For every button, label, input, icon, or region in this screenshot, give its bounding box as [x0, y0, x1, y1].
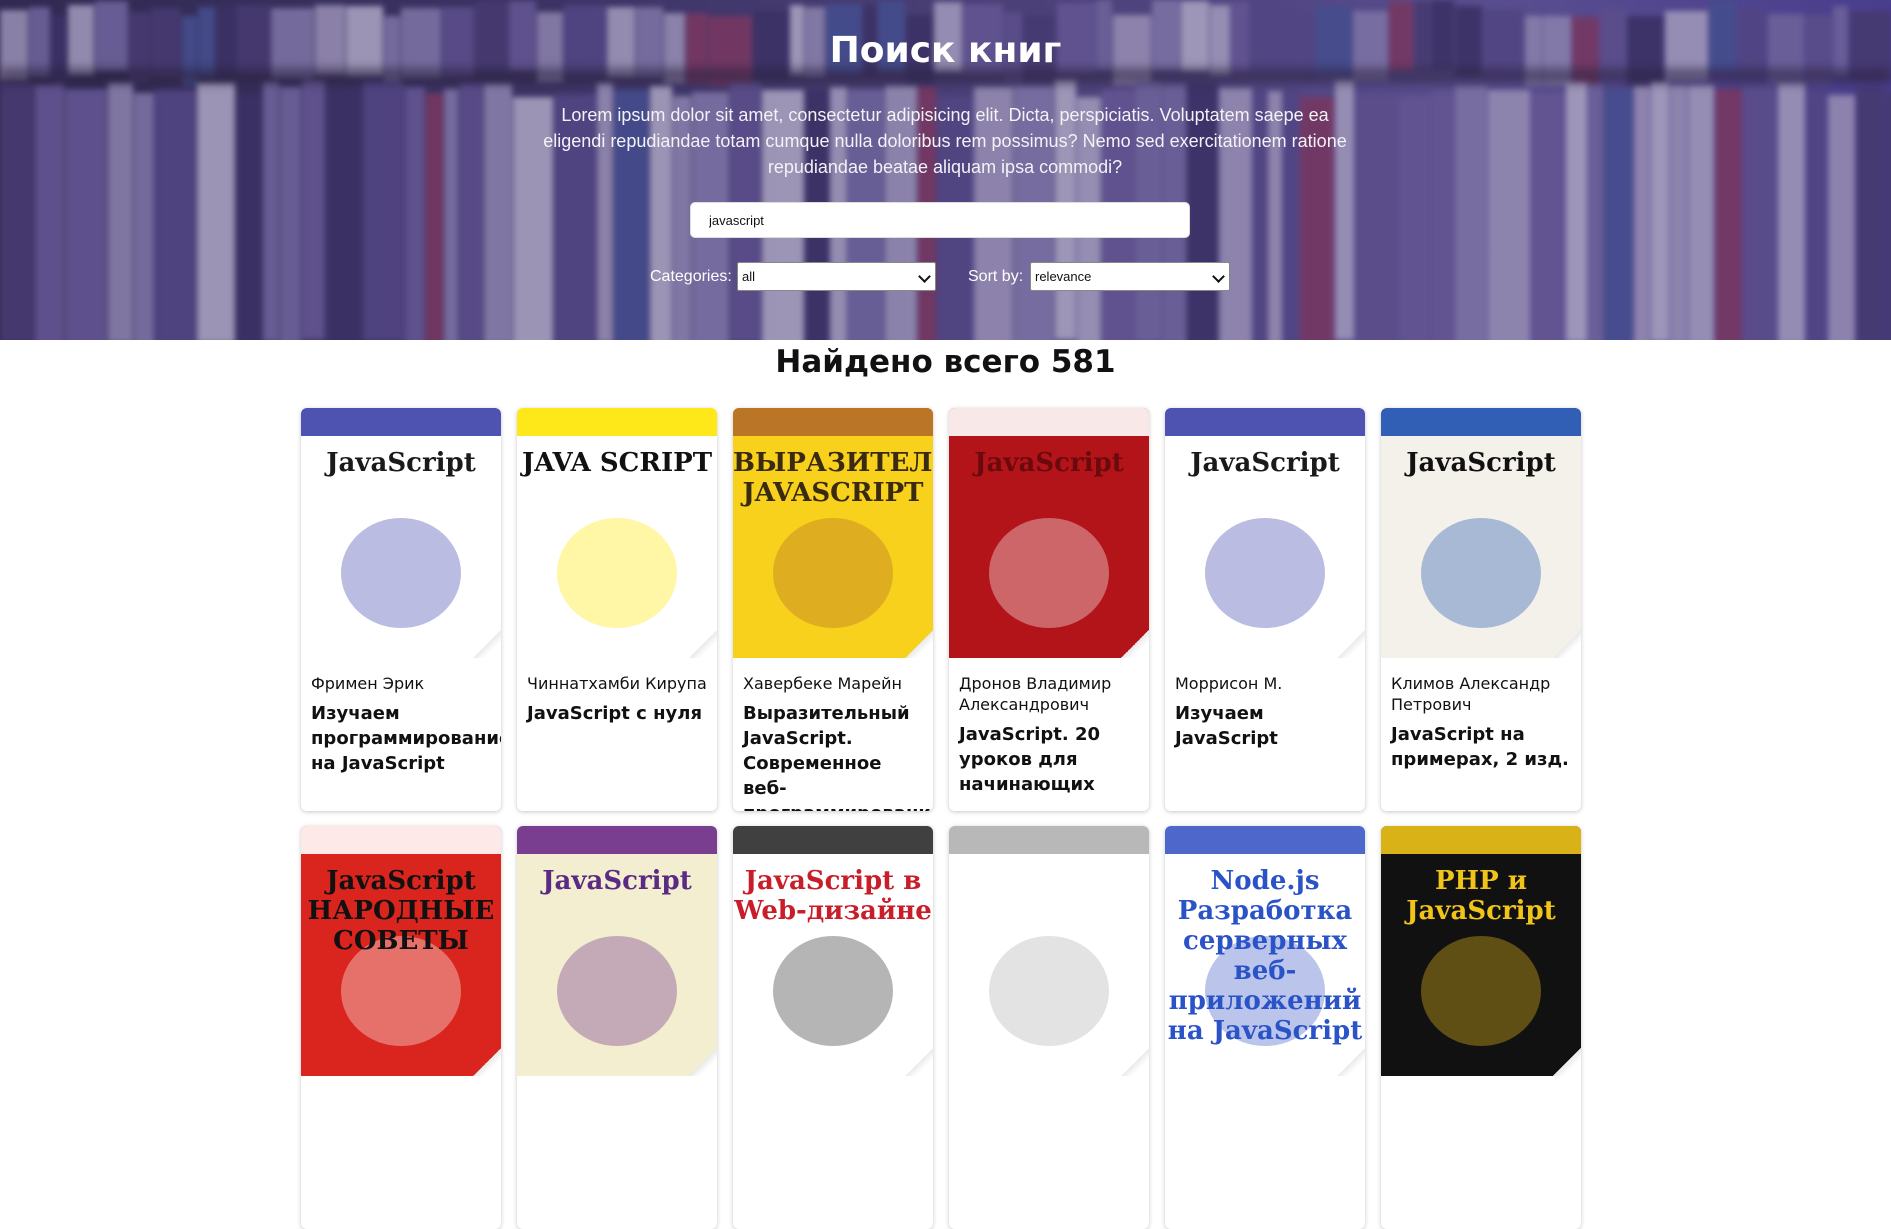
book-title: JavaScript на примерах, 2 изд.: [1391, 724, 1569, 770]
book-cover: JavaScript НАРОДНЫЕ СОВЕТЫ: [301, 826, 501, 1076]
cover-illustration: [557, 936, 677, 1046]
book-card[interactable]: [949, 826, 1149, 1229]
page-curl-icon: [1337, 630, 1365, 658]
book-card[interactable]: JavaScript НАРОДНЫЕ СОВЕТЫ: [301, 826, 501, 1229]
book-title: Изучаем программирование на JavaScript: [311, 703, 501, 774]
sort-label: Sort by:: [968, 268, 1024, 285]
cover-title-text: JavaScript НАРОДНЫЕ СОВЕТЫ: [307, 866, 495, 956]
cover-illustration: [557, 518, 677, 628]
cover-illustration: [1421, 936, 1541, 1046]
book-author: Фримен Эрик: [311, 674, 425, 693]
cover-illustration: [773, 936, 893, 1046]
page-title: Поиск книг: [829, 30, 1062, 71]
hero-description: Lorem ipsum dolor sit amet, consectetur …: [543, 105, 1347, 177]
book-cover: JavaScript: [517, 826, 717, 1076]
search-input[interactable]: [690, 202, 1190, 238]
cover-title-text: JavaScript: [1190, 448, 1340, 478]
cover-title-text: JavaScript: [974, 448, 1124, 478]
page-curl-icon: [473, 1048, 501, 1076]
book-title: Изучаем JavaScript: [1175, 703, 1278, 749]
book-card[interactable]: PHP и JavaScript: [1381, 826, 1581, 1229]
book-cover: Node.js Разработка серверных веб-приложе…: [1165, 826, 1365, 1076]
cover-band: [733, 408, 933, 436]
book-card[interactable]: ВЫРАЗИТЕЛЬНЫЙ JAVASCRIPT Хавербеке Марей…: [733, 408, 933, 811]
cover-band: [949, 408, 1149, 436]
cover-illustration: [1421, 518, 1541, 628]
book-card[interactable]: JavaScript Моррисон М. Изучаем JavaScrip…: [1165, 408, 1365, 811]
chevron-down-icon: [1212, 270, 1225, 283]
book-cover: JavaScript: [1165, 408, 1365, 658]
cover-band: [733, 826, 933, 854]
book-card[interactable]: JavaScript Дронов Владимир Александрович…: [949, 408, 1149, 811]
cover-band: [301, 826, 501, 854]
page-curl-icon: [1553, 630, 1581, 658]
book-card[interactable]: JavaScript Климов Александр Петрович Jav…: [1381, 408, 1581, 811]
cover-illustration: [989, 936, 1109, 1046]
book-cover: JavaScript: [301, 408, 501, 658]
cover-title-text: JAVA SCRIPT: [521, 448, 713, 478]
cover-title-text: JavaScript: [1406, 448, 1556, 478]
book-card[interactable]: JavaScript Фримен Эрик Изучаем программи…: [301, 408, 501, 811]
cover-title-text: PHP и JavaScript: [1406, 866, 1556, 926]
page-curl-icon: [1337, 1048, 1365, 1076]
categories-select[interactable]: all: [737, 262, 936, 291]
page-curl-icon: [1553, 1048, 1581, 1076]
book-cover: [949, 826, 1149, 1076]
cover-title-text: JavaScript в Web-дизайне: [734, 866, 932, 926]
chevron-down-icon: [918, 270, 931, 283]
cover-band: [1381, 408, 1581, 436]
cover-title-text: JavaScript: [542, 866, 692, 896]
book-cover: JavaScript в Web-дизайне: [733, 826, 933, 1076]
book-author: Хавербеке Марейн: [743, 674, 902, 693]
cover-title-text: ВЫРАЗИТЕЛЬНЫЙ JAVASCRIPT: [733, 448, 933, 508]
book-card[interactable]: JavaScript: [517, 826, 717, 1229]
book-cover: JavaScript: [949, 408, 1149, 658]
cover-band: [949, 826, 1149, 854]
sort-select[interactable]: relevance: [1030, 262, 1230, 291]
cover-band: [517, 826, 717, 854]
cover-illustration: [989, 518, 1109, 628]
book-title: Выразительный JavaScript. Современное ве…: [743, 703, 933, 811]
cover-band: [1381, 826, 1581, 854]
book-author: Моррисон М.: [1175, 674, 1283, 693]
page-curl-icon: [1121, 1048, 1149, 1076]
page-curl-icon: [689, 1048, 717, 1076]
page-curl-icon: [473, 630, 501, 658]
hero-banner: Поиск книг Lorem ipsum dolor sit amet, c…: [0, 0, 1891, 340]
book-title: JavaScript. 20 уроков для начинающих: [959, 724, 1101, 795]
book-card[interactable]: Node.js Разработка серверных веб-приложе…: [1165, 826, 1365, 1229]
page-curl-icon: [905, 630, 933, 658]
book-author: Дронов Владимир Александрович: [959, 674, 1112, 714]
page-curl-icon: [905, 1048, 933, 1076]
cover-band: [517, 408, 717, 436]
cover-band: [301, 408, 501, 436]
cover-illustration: [1205, 518, 1325, 628]
book-cover: JavaScript: [1381, 408, 1581, 658]
page-curl-icon: [689, 630, 717, 658]
cover-illustration: [773, 518, 893, 628]
book-author: Чиннатхамби Кирупа: [527, 674, 707, 693]
book-author: Климов Александр Петрович: [1391, 674, 1551, 714]
sort-select-value: relevance: [1035, 269, 1092, 284]
book-card[interactable]: JAVA SCRIPT Чиннатхамби Кирупа JavaScrip…: [517, 408, 717, 811]
book-cover: ВЫРАЗИТЕЛЬНЫЙ JAVASCRIPT: [733, 408, 933, 658]
page-curl-icon: [1121, 630, 1149, 658]
categories-label: Categories:: [650, 268, 732, 285]
book-card[interactable]: JavaScript в Web-дизайне: [733, 826, 933, 1229]
cover-illustration: [341, 518, 461, 628]
book-cover: JAVA SCRIPT: [517, 408, 717, 658]
cover-band: [1165, 408, 1365, 436]
results-count-heading: Найдено всего 581: [775, 344, 1116, 380]
cover-title-text: Node.js Разработка серверных веб-приложе…: [1167, 866, 1363, 1046]
cover-band: [1165, 826, 1365, 854]
categories-select-value: all: [742, 269, 756, 284]
book-title: JavaScript с нуля: [527, 703, 703, 724]
cover-title-text: JavaScript: [326, 448, 476, 478]
book-cover: PHP и JavaScript: [1381, 826, 1581, 1076]
